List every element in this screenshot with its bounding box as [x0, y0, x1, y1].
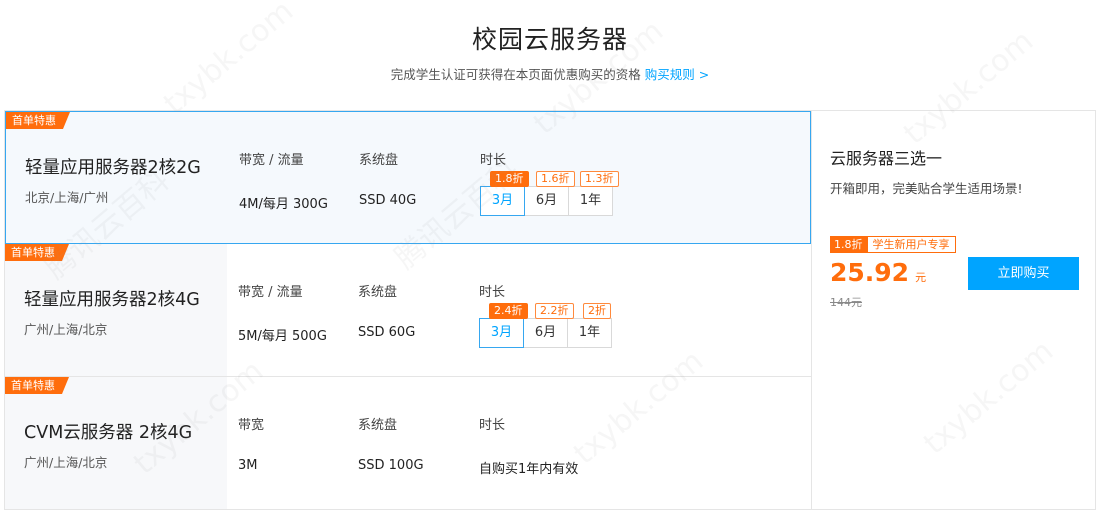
promo-tags: 1.8折 学生新用户专享 — [830, 236, 956, 253]
product-region: 北京/上海/广州 — [25, 190, 109, 205]
disk-value: SSD 100G — [358, 458, 424, 473]
disk-header: 系统盘 — [358, 418, 398, 433]
discount-badge: 2.2折 — [535, 303, 574, 319]
duration-6-months-button[interactable]: 6月 — [523, 318, 568, 348]
discount-tag: 1.8折 — [830, 236, 867, 253]
duration-header: 时长 — [479, 285, 506, 300]
product-card-lighthouse-2c4g[interactable]: 首单特惠 轻量应用服务器2核4G 广州/上海/北京 带宽 / 流量 系统盘 时长… — [5, 244, 811, 377]
product-region: 广州/上海/北京 — [24, 322, 108, 337]
summary-description: 开箱即用，完美贴合学生适用场景! — [830, 181, 1023, 196]
duration-value: 自购买1年内有效 — [479, 462, 579, 477]
summary-title: 云服务器三选一 — [830, 149, 943, 168]
disk-value: SSD 40G — [359, 193, 417, 208]
duration-selector: 1.8折 1.6折 1.3折 3月 6月 1年 — [480, 170, 620, 218]
bandwidth-header: 带宽 — [238, 418, 265, 433]
bandwidth-value: 3M — [238, 458, 258, 473]
duration-3-months-button[interactable]: 3月 — [479, 318, 524, 348]
duration-selector: 2.4折 2.2折 2折 3月 6月 1年 — [479, 302, 619, 350]
disk-header: 系统盘 — [358, 285, 398, 300]
subtitle-text: 完成学生认证可获得在本页面优惠购买的资格 — [390, 67, 641, 82]
product-panel: 首单特惠 轻量应用服务器2核2G 北京/上海/广州 带宽 / 流量 系统盘 时长… — [4, 110, 1096, 510]
bandwidth-value: 4M/每月 300G — [239, 197, 328, 212]
duration-3-months-button[interactable]: 3月 — [480, 186, 525, 216]
discount-badge: 1.8折 — [490, 171, 529, 187]
product-info: CVM云服务器 2核4G 广州/上海/北京 — [5, 377, 227, 509]
duration-header: 时长 — [480, 153, 507, 168]
duration-1-year-button[interactable]: 1年 — [568, 186, 613, 216]
new-user-tag: 学生新用户专享 — [866, 236, 956, 253]
disk-header: 系统盘 — [359, 153, 399, 168]
purchase-summary: 云服务器三选一 开箱即用，完美贴合学生适用场景! 1.8折 学生新用户专享 25… — [811, 111, 1095, 509]
bandwidth-header: 带宽 / 流量 — [239, 153, 304, 168]
price-unit: 元 — [915, 271, 927, 284]
page-title: 校园云服务器 — [471, 25, 628, 54]
first-order-ribbon: 首单特惠 — [5, 377, 69, 394]
product-list: 首单特惠 轻量应用服务器2核2G 北京/上海/广州 带宽 / 流量 系统盘 时长… — [5, 111, 811, 509]
bandwidth-header: 带宽 / 流量 — [238, 285, 303, 300]
discount-badge: 2折 — [583, 303, 611, 319]
bandwidth-value: 5M/每月 500G — [238, 329, 327, 344]
discount-badge: 2.4折 — [489, 303, 528, 319]
page-subtitle: 完成学生认证可获得在本页面优惠购买的资格 购买规则 > — [0, 64, 1100, 83]
duration-header: 时长 — [479, 418, 506, 433]
product-card-lighthouse-2c2g[interactable]: 首单特惠 轻量应用服务器2核2G 北京/上海/广州 带宽 / 流量 系统盘 时长… — [5, 111, 811, 244]
price-value: 25.92 — [830, 258, 910, 287]
original-price: 144元 — [830, 296, 862, 309]
purchase-rules-link[interactable]: 购买规则 > — [645, 67, 709, 82]
discount-badge: 1.3折 — [580, 171, 619, 187]
buy-now-button[interactable]: 立即购买 — [968, 257, 1079, 290]
current-price: 25.92 元 — [830, 258, 926, 287]
product-info: 轻量应用服务器2核2G 北京/上海/广州 — [6, 112, 228, 243]
product-card-cvm-2c4g[interactable]: 首单特惠 CVM云服务器 2核4G 广州/上海/北京 带宽 系统盘 时长 3M … — [5, 377, 811, 509]
first-order-ribbon: 首单特惠 — [6, 112, 70, 129]
first-order-ribbon: 首单特惠 — [5, 244, 69, 261]
product-name: CVM云服务器 2核4G — [24, 423, 193, 443]
product-region: 广州/上海/北京 — [24, 455, 108, 470]
watermark: txybk.com — [157, 0, 301, 122]
duration-6-months-button[interactable]: 6月 — [524, 186, 569, 216]
discount-badge: 1.6折 — [536, 171, 575, 187]
product-info: 轻量应用服务器2核4G 广州/上海/北京 — [5, 244, 227, 376]
duration-1-year-button[interactable]: 1年 — [567, 318, 612, 348]
product-name: 轻量应用服务器2核4G — [24, 290, 200, 310]
disk-value: SSD 60G — [358, 325, 416, 340]
product-name: 轻量应用服务器2核2G — [25, 158, 201, 178]
